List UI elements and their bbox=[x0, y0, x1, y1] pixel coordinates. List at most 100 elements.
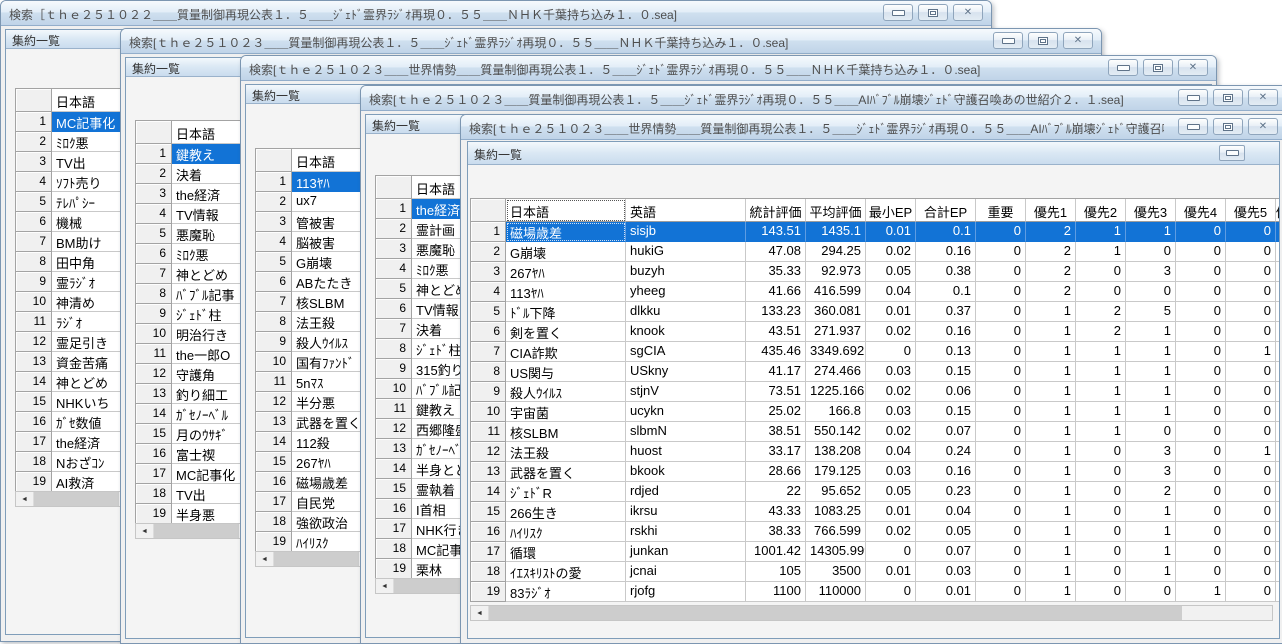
table-cell[interactable]: huost bbox=[626, 442, 746, 462]
table-cell[interactable]: 0 bbox=[1076, 482, 1126, 502]
table-cell[interactable]: 0.02 bbox=[866, 242, 916, 262]
table-cell[interactable]: 法王殺 bbox=[506, 442, 626, 462]
close-button[interactable]: ✕ bbox=[1063, 32, 1093, 49]
scrollbar-thumb[interactable] bbox=[154, 524, 239, 538]
table-cell[interactable]: 0 bbox=[1076, 582, 1126, 602]
table-cell[interactable]: 0 bbox=[976, 542, 1026, 562]
table-cell[interactable]: 0.23 bbox=[916, 482, 976, 502]
table-row[interactable]: 12法王殺huost33.17138.2080.040.24010301 bbox=[471, 442, 1280, 462]
table-cell[interactable]: buzyh bbox=[626, 262, 746, 282]
column-header-5[interactable]: 最小EP bbox=[866, 199, 916, 222]
table-row[interactable]: 16ﾊｲﾘｽｸrskhi38.33766.5990.020.05010100 bbox=[471, 522, 1280, 542]
table-cell[interactable]: knook bbox=[626, 322, 746, 342]
window-titlebar[interactable]: 検索[ｔｈｅ２５１０２３＿＿世界情勢＿＿質量制御再現公表１．５＿＿ｼﾞｪﾄﾞ霊界… bbox=[461, 115, 1282, 140]
close-button[interactable]: ✕ bbox=[953, 4, 983, 21]
table-cell[interactable]: rjofg bbox=[626, 582, 746, 602]
scroll-left-icon[interactable]: ◄ bbox=[256, 552, 274, 566]
table-cell[interactable]: 105 bbox=[746, 562, 806, 582]
table-cell[interactable]: 274.466 bbox=[806, 362, 866, 382]
minimize-button[interactable] bbox=[993, 32, 1023, 49]
table-cell[interactable]: 1 bbox=[1126, 342, 1176, 362]
table-cell[interactable]: 0 bbox=[1226, 322, 1276, 342]
table-cell[interactable]: 1 bbox=[1126, 562, 1176, 582]
table-cell[interactable]: 0 bbox=[1176, 482, 1226, 502]
table-cell[interactable]: 0.16 bbox=[916, 242, 976, 262]
restore-button[interactable] bbox=[1213, 118, 1243, 135]
table-cell[interactable]: 0.02 bbox=[866, 422, 916, 442]
table-cell[interactable]: 0 bbox=[1226, 222, 1276, 242]
column-header-3[interactable]: 統計評価 bbox=[746, 199, 806, 222]
table-cell[interactable]: 179.125 bbox=[806, 462, 866, 482]
table-cell[interactable]: ｼﾞｪﾄﾞR bbox=[506, 482, 626, 502]
table-cell[interactable]: 0 bbox=[1076, 562, 1126, 582]
table-cell[interactable]: 0 bbox=[1226, 542, 1276, 562]
table-cell[interactable]: 0.13 bbox=[916, 342, 976, 362]
table-cell[interactable]: 0 bbox=[976, 402, 1026, 422]
table-cell[interactable]: 2 bbox=[1076, 302, 1126, 322]
table-cell[interactable]: 0 bbox=[1176, 322, 1226, 342]
window-titlebar[interactable]: 検索[ｔｈｅ２５１０２３＿＿世界情勢＿＿質量制御再現公表１．５＿＿ｼﾞｪﾄﾞ霊界… bbox=[241, 56, 1216, 81]
table-cell[interactable]: slbmN bbox=[626, 422, 746, 442]
table-cell[interactable]: 2 bbox=[1026, 222, 1076, 242]
table-cell[interactable]: 1 bbox=[1126, 382, 1176, 402]
column-header-6[interactable]: 合計EP bbox=[916, 199, 976, 222]
table-cell[interactable]: 0.07 bbox=[916, 542, 976, 562]
table-cell[interactable]: 磁場歳差 bbox=[506, 222, 626, 242]
table-cell[interactable]: 0 bbox=[1176, 382, 1226, 402]
table-row[interactable]: 4113ﾔﾊyheeg41.66416.5990.040.1020000 bbox=[471, 282, 1280, 302]
table-cell[interactable]: sisjb bbox=[626, 222, 746, 242]
table-cell[interactable]: 0 bbox=[866, 342, 916, 362]
table-cell[interactable]: 0 bbox=[866, 582, 916, 602]
table-cell[interactable]: bkook bbox=[626, 462, 746, 482]
table-cell[interactable]: 1 bbox=[1026, 322, 1076, 342]
table-cell[interactable]: 0 bbox=[976, 562, 1026, 582]
table-cell[interactable]: 14305.999 bbox=[806, 542, 866, 562]
table-cell[interactable]: 0 bbox=[976, 342, 1026, 362]
table-cell[interactable]: 0.03 bbox=[866, 462, 916, 482]
table-row[interactable]: 14ｼﾞｪﾄﾞRrdjed2295.6520.050.23010200 bbox=[471, 482, 1280, 502]
table-cell[interactable]: 0 bbox=[976, 302, 1026, 322]
table-cell[interactable]: 28.66 bbox=[746, 462, 806, 482]
table-cell[interactable]: 0 bbox=[976, 322, 1026, 342]
table-row[interactable]: 8US関与USkny41.17274.4660.030.15011100 bbox=[471, 362, 1280, 382]
column-header-8[interactable]: 優先1 bbox=[1026, 199, 1076, 222]
panel-minimize-button[interactable] bbox=[1219, 145, 1245, 161]
table-cell[interactable]: 1 bbox=[1126, 502, 1176, 522]
table-cell[interactable]: 138.208 bbox=[806, 442, 866, 462]
table-cell[interactable]: 0 bbox=[1176, 262, 1226, 282]
table-cell[interactable]: 3500 bbox=[806, 562, 866, 582]
table-cell[interactable]: 0.05 bbox=[866, 262, 916, 282]
table-cell[interactable]: 1 bbox=[1026, 482, 1076, 502]
table-cell[interactable]: 41.66 bbox=[746, 282, 806, 302]
table-cell[interactable]: 0 bbox=[1076, 462, 1126, 482]
table-row[interactable]: 18ｲｴｽｷﾘｽﾄの愛jcnai10535000.010.03010100 bbox=[471, 562, 1280, 582]
table-cell[interactable]: 1 bbox=[1026, 462, 1076, 482]
table-cell[interactable]: hukiG bbox=[626, 242, 746, 262]
table-cell[interactable]: 2 bbox=[1026, 262, 1076, 282]
table-cell[interactable]: 1 bbox=[1126, 522, 1176, 542]
table-cell[interactable]: 0.1 bbox=[916, 282, 976, 302]
table-cell[interactable]: 22 bbox=[746, 482, 806, 502]
table-cell[interactable]: 0 bbox=[1226, 482, 1276, 502]
table-cell[interactable]: 0.01 bbox=[866, 562, 916, 582]
table-cell[interactable]: 0 bbox=[976, 242, 1026, 262]
close-button[interactable]: ✕ bbox=[1178, 59, 1208, 76]
table-cell[interactable]: stjnV bbox=[626, 382, 746, 402]
table-cell[interactable]: 剣を置く bbox=[506, 322, 626, 342]
table-cell[interactable]: 92.973 bbox=[806, 262, 866, 282]
table-cell[interactable]: 0.1 bbox=[916, 222, 976, 242]
table-cell[interactable]: 1 bbox=[1026, 542, 1076, 562]
table-cell[interactable]: 0.04 bbox=[916, 502, 976, 522]
table-cell[interactable]: 1001.42 bbox=[746, 542, 806, 562]
table-cell[interactable]: ｲｴｽｷﾘｽﾄの愛 bbox=[506, 562, 626, 582]
table-cell[interactable]: 1 bbox=[1226, 442, 1276, 462]
table-cell[interactable]: 0 bbox=[976, 522, 1026, 542]
table-cell[interactable]: 0.15 bbox=[916, 402, 976, 422]
table-cell[interactable]: 43.33 bbox=[746, 502, 806, 522]
window-titlebar[interactable]: 検索[ｔｈｅ２５１０２３＿＿質量制御再現公表１．５＿＿ｼﾞｪﾄﾞ霊界ﾗｼﾞｵ再現… bbox=[361, 86, 1282, 111]
table-cell[interactable]: 95.652 bbox=[806, 482, 866, 502]
scroll-left-icon[interactable]: ◄ bbox=[376, 579, 394, 593]
table-cell[interactable]: 0.37 bbox=[916, 302, 976, 322]
panel-titlebar[interactable]: 集約一覧 bbox=[468, 142, 1279, 165]
table-cell[interactable]: 1083.25 bbox=[806, 502, 866, 522]
